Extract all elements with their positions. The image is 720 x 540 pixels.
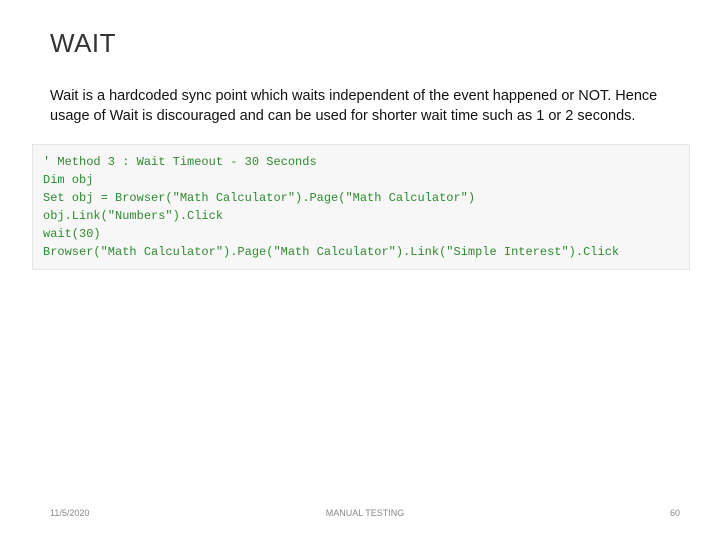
slide: WAIT Wait is a hardcoded sync point whic… xyxy=(0,0,720,540)
footer-center: MANUAL TESTING xyxy=(326,508,405,518)
body-text: Wait is a hardcoded sync point which wai… xyxy=(50,87,680,126)
footer-page: 60 xyxy=(670,508,680,518)
footer-date: 11/5/2020 xyxy=(50,508,89,518)
code-block: ' Method 3 : Wait Timeout - 30 Seconds D… xyxy=(32,144,690,270)
footer: 11/5/2020 MANUAL TESTING 60 xyxy=(50,508,680,518)
slide-title: WAIT xyxy=(50,28,680,59)
